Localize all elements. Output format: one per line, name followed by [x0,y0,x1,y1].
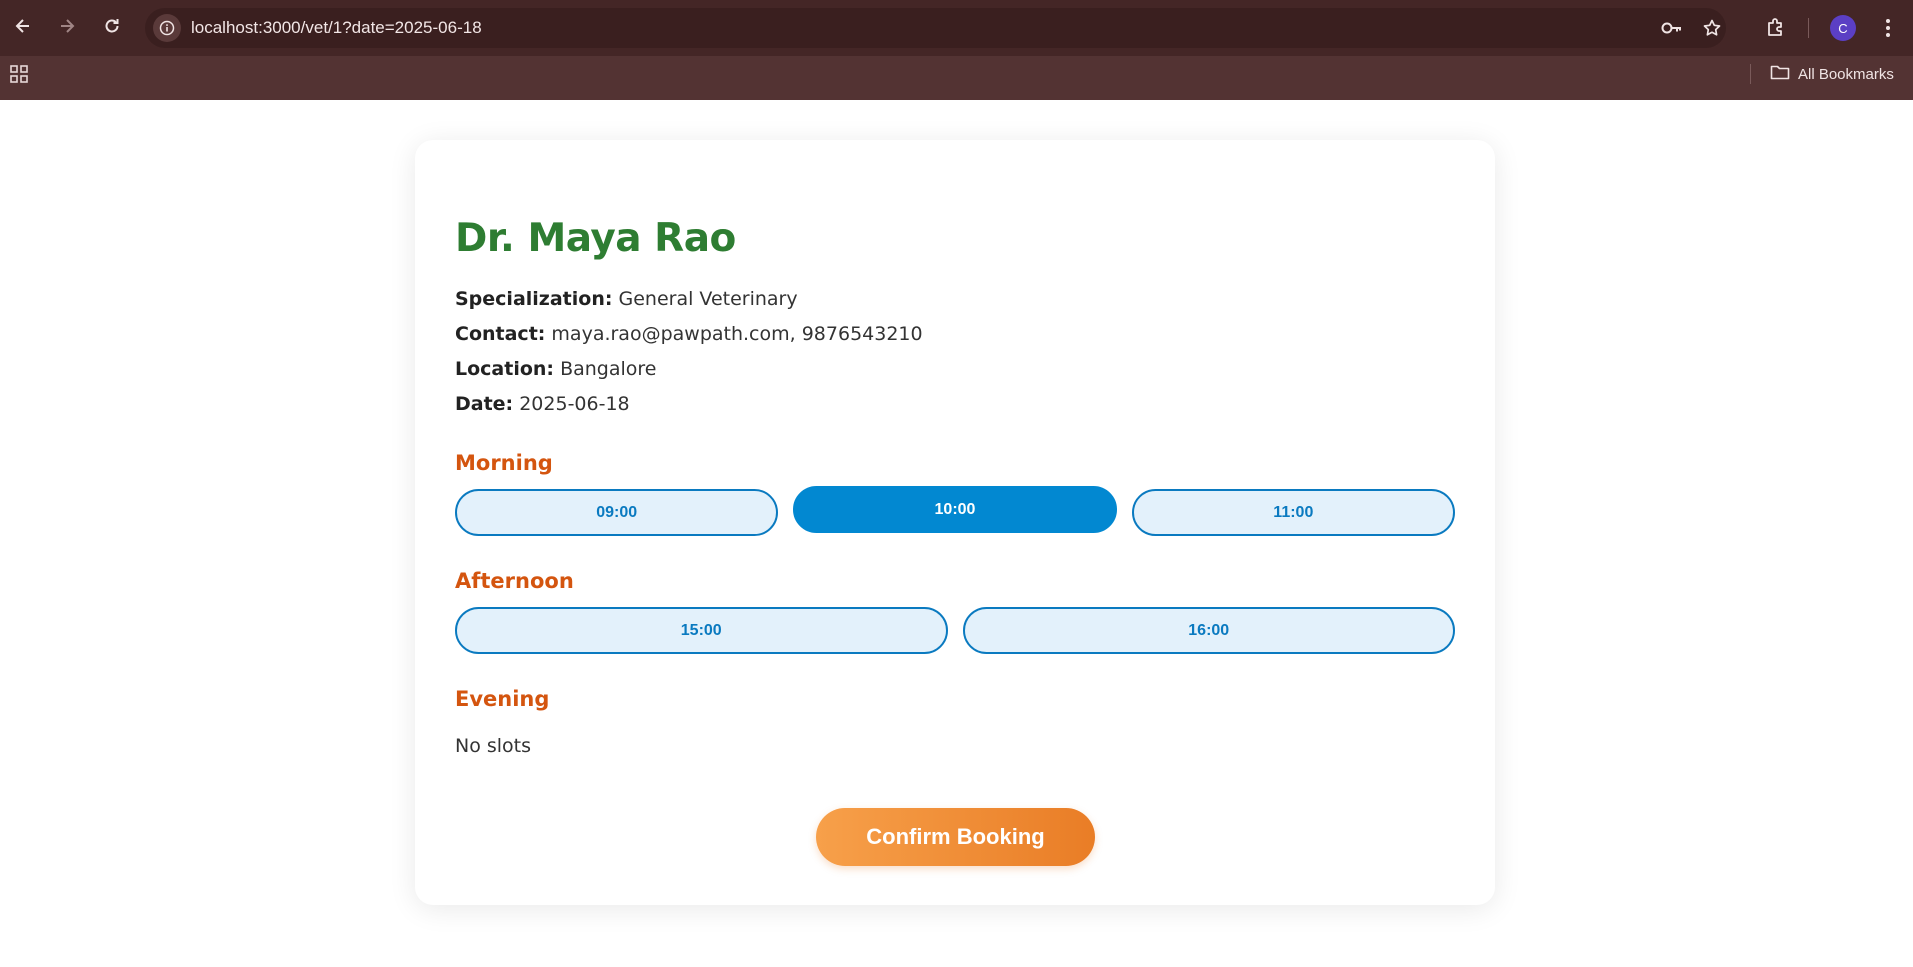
apps-grid-icon[interactable] [8,63,30,85]
specialization-value: General Veterinary [618,288,798,310]
arrow-right-icon [57,16,77,40]
location-label: Location: [455,358,555,380]
address-bar[interactable]: localhost:3000/vet/1?date=2025-06-18 [145,8,1726,48]
date-value: 2025-06-18 [519,393,630,415]
date-label: Date: [455,393,514,415]
morning-section-title: Morning [455,451,553,475]
browser-toolbar: localhost:3000/vet/1?date=2025-06-18 C [0,0,1913,56]
extensions-icon[interactable] [1762,14,1790,42]
profile-avatar[interactable]: C [1830,15,1856,41]
slot-button-1000-selected[interactable]: 10:00 [793,486,1117,533]
folder-icon [1770,64,1790,84]
all-bookmarks-button[interactable]: All Bookmarks [1770,61,1894,87]
kebab-menu-icon[interactable] [1874,14,1902,42]
bookmark-star-icon[interactable] [1700,16,1724,40]
slot-button-1100[interactable]: 11:00 [1131,489,1455,536]
slot-button-1600[interactable]: 16:00 [962,607,1455,654]
morning-slots: 09:00 10:00 11:00 [455,486,1455,536]
toolbar-divider [1808,18,1809,38]
reload-icon [102,16,122,40]
url-text[interactable]: localhost:3000/vet/1?date=2025-06-18 [191,8,482,48]
afternoon-slots: 15:00 16:00 [455,607,1455,654]
vet-profile-card: Dr. Maya Rao Specialization: General Vet… [415,140,1495,905]
site-info-icon[interactable] [153,14,181,42]
all-bookmarks-label: All Bookmarks [1798,65,1894,83]
afternoon-section-title: Afternoon [455,569,574,593]
slot-button-0900[interactable]: 09:00 [455,489,779,536]
bookmarks-divider [1750,64,1751,84]
specialization-line: Specialization: General Veterinary [455,288,798,310]
evening-section-title: Evening [455,687,550,711]
contact-value: maya.rao@pawpath.com, 9876543210 [551,323,923,345]
back-button[interactable] [6,11,40,45]
vet-name: Dr. Maya Rao [455,216,736,261]
confirm-booking-button[interactable]: Confirm Booking [816,808,1095,866]
key-icon[interactable] [1660,16,1684,40]
location-value: Bangalore [560,358,657,380]
location-line: Location: Bangalore [455,358,657,380]
date-line: Date: 2025-06-18 [455,393,630,415]
forward-button[interactable] [50,11,84,45]
reload-button[interactable] [95,11,129,45]
contact-line: Contact: maya.rao@pawpath.com, 987654321… [455,323,923,345]
slot-button-1500[interactable]: 15:00 [455,607,948,654]
arrow-left-icon [13,16,33,40]
evening-empty-text: No slots [455,735,532,757]
specialization-label: Specialization: [455,288,613,310]
browser-chrome: localhost:3000/vet/1?date=2025-06-18 C A… [0,0,1913,100]
contact-label: Contact: [455,323,546,345]
